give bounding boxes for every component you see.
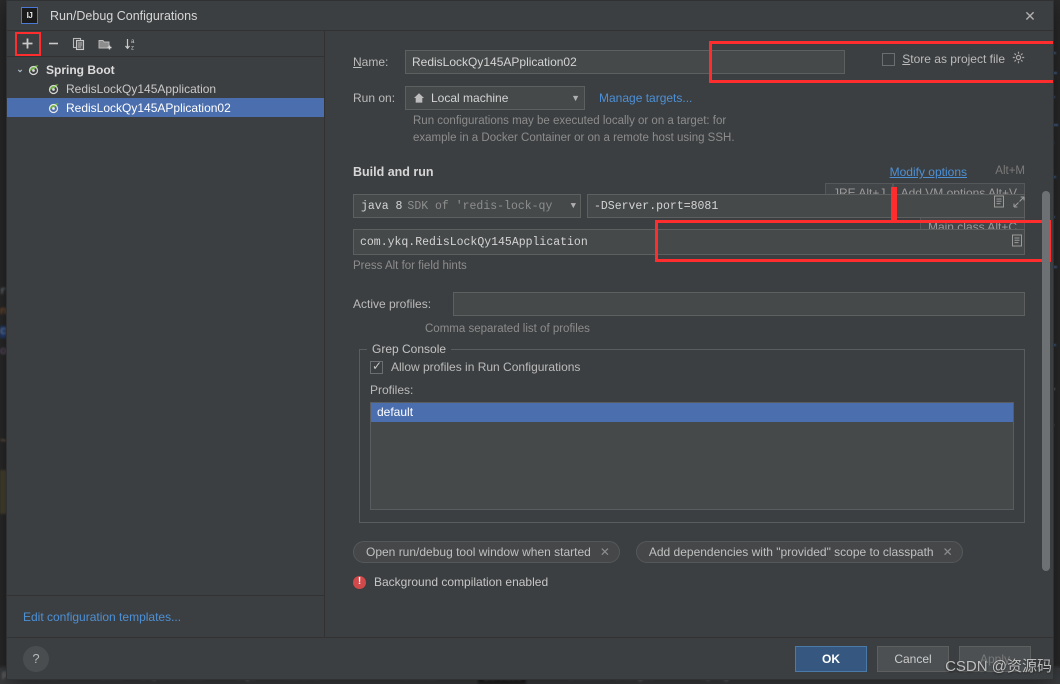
chip-label: Open run/debug tool window when started — [366, 545, 591, 559]
grep-console-legend: Grep Console — [367, 342, 452, 356]
error-icon: ! — [353, 575, 366, 589]
grep-profile-item[interactable]: default — [371, 403, 1013, 422]
active-profiles-row: Active profiles: — [325, 290, 1053, 318]
editor-scrollbar[interactable] — [1042, 191, 1050, 571]
option-chips-row: Open run/debug tool window when started … — [325, 541, 1053, 563]
tree-item-label: RedisLockQy145Application — [66, 81, 217, 96]
home-icon — [413, 92, 425, 104]
dialog-title: Run/Debug Configurations — [50, 8, 198, 23]
store-as-project-file-label: Store as project file — [902, 52, 1005, 66]
jre-dropdown[interactable]: java 8 SDK of 'redis-lock-qy ▼ — [353, 194, 581, 218]
tree-item-label: RedisLockQy145APplication02 — [66, 100, 231, 115]
edit-configuration-templates-link[interactable]: Edit configuration templates... — [23, 610, 181, 624]
spring-boot-icon — [47, 101, 62, 114]
new-folder-button[interactable] — [93, 33, 117, 55]
jre-vm-row: java 8 SDK of 'redis-lock-qy ▼ — [325, 187, 1053, 221]
add-configuration-button[interactable] — [15, 33, 39, 55]
allow-profiles-row[interactable]: Allow profiles in Run Configurations — [370, 359, 1014, 374]
run-on-hint-line2: example in a Docker Container or on a re… — [413, 132, 735, 144]
build-and-run-section: Build and run Modify options Alt+M JRE A… — [325, 165, 1053, 272]
intellij-logo-icon: IJ — [21, 7, 38, 24]
manage-targets-link[interactable]: Manage targets... — [599, 91, 692, 105]
jre-value: java 8 — [361, 199, 403, 213]
dialog-button-bar: ? OK Cancel Apply — [7, 637, 1053, 679]
jre-sdk-detail: SDK of 'redis-lock-qy — [407, 199, 553, 213]
modify-options-link[interactable]: Modify options — [890, 165, 967, 179]
run-on-dropdown[interactable]: Local machine ▼ — [405, 86, 585, 110]
main-class-row — [325, 220, 1053, 262]
svg-text:a: a — [131, 39, 135, 45]
chevron-down-icon[interactable]: ▼ — [563, 93, 580, 103]
apply-button: Apply — [959, 645, 1031, 672]
tree-item-redislockqy145application02[interactable]: RedisLockQy145APplication02 — [7, 98, 324, 117]
configuration-scroll-area: Name: Store as project file — [325, 31, 1053, 637]
browse-list-icon[interactable] — [993, 195, 1005, 211]
name-row: Name: Store as project file — [325, 41, 1053, 83]
dialog-action-buttons: OK Cancel Apply — [795, 645, 1053, 672]
svg-text:z: z — [131, 45, 134, 51]
run-on-row: Run on: Local machine ▼ Manage targets..… — [325, 83, 1053, 113]
name-input[interactable] — [405, 50, 845, 74]
chevron-down-icon[interactable]: ▼ — [563, 201, 576, 211]
left-pane-footer: Edit configuration templates... — [7, 595, 324, 637]
ok-button[interactable]: OK — [795, 645, 867, 672]
sort-configurations-button[interactable]: a z — [119, 33, 143, 55]
tree-group-label: Spring Boot — [46, 62, 115, 77]
status-message-row: ! Background compilation enabled — [325, 575, 1053, 589]
grep-console-group: Grep Console Allow profiles in Run Confi… — [359, 342, 1025, 523]
grep-profiles-label: Profiles: — [370, 383, 414, 397]
run-on-value: Local machine — [431, 91, 509, 105]
main-class-input[interactable] — [353, 229, 1025, 255]
name-label: Name: — [353, 55, 389, 69]
close-icon[interactable]: ✕ — [1017, 5, 1043, 27]
configurations-pane: a z ⌄ Spring Boot RedisLockQy145Applicat… — [7, 31, 325, 637]
chip-close-icon[interactable]: ✕ — [600, 545, 610, 559]
status-message: Background compilation enabled — [374, 575, 549, 589]
field-hints-note: Press Alt for field hints — [353, 260, 467, 272]
configuration-editor-pane: Name: Store as project file — [325, 31, 1053, 637]
chip-open-run-debug-tool-window[interactable]: Open run/debug tool window when started … — [353, 541, 620, 563]
remove-configuration-button[interactable] — [41, 33, 65, 55]
run-on-hint-line1: Run configurations may be executed local… — [413, 115, 727, 127]
cancel-button[interactable]: Cancel — [877, 645, 949, 672]
configurations-tree: ⌄ Spring Boot RedisLockQy145Application … — [7, 57, 324, 595]
active-profiles-hint: Comma separated list of profiles — [425, 323, 590, 335]
chip-label: Add dependencies with "provided" scope t… — [648, 545, 934, 559]
chevron-down-icon[interactable]: ⌄ — [13, 64, 27, 75]
store-as-project-file-checkbox[interactable] — [882, 52, 896, 66]
run-debug-configurations-dialog: IJ Run/Debug Configurations ✕ a z ⌄ Spri… — [6, 0, 1054, 680]
help-button[interactable]: ? — [23, 645, 49, 672]
chip-add-provided-dependencies[interactable]: Add dependencies with "provided" scope t… — [635, 541, 963, 563]
spring-boot-icon — [47, 82, 62, 95]
active-profiles-input[interactable] — [453, 292, 1025, 316]
expand-icon[interactable] — [1013, 195, 1025, 211]
dialog-body: a z ⌄ Spring Boot RedisLockQy145Applicat… — [7, 31, 1053, 637]
browse-list-icon[interactable] — [1011, 234, 1023, 250]
run-on-label: Run on: — [353, 91, 396, 105]
chip-close-icon[interactable]: ✕ — [943, 545, 953, 559]
spring-boot-icon — [27, 63, 42, 76]
dialog-title-bar: IJ Run/Debug Configurations ✕ — [7, 1, 1053, 31]
modify-options-shortcut: Alt+M — [995, 165, 1025, 177]
gear-icon[interactable] — [1012, 51, 1025, 67]
tree-item-redislockqy145application[interactable]: RedisLockQy145Application — [7, 79, 324, 98]
vm-options-icons — [993, 195, 1025, 211]
copy-configuration-button[interactable] — [67, 33, 91, 55]
allow-profiles-checkbox[interactable] — [370, 359, 383, 374]
active-profiles-label: Active profiles: — [353, 297, 432, 311]
store-as-project-file-group[interactable]: Store as project file — [882, 51, 1025, 67]
allow-profiles-label: Allow profiles in Run Configurations — [391, 360, 581, 374]
tree-group-spring-boot[interactable]: ⌄ Spring Boot — [7, 60, 324, 79]
grep-profiles-list[interactable]: default — [370, 402, 1014, 510]
vm-options-input[interactable] — [587, 194, 1025, 218]
configurations-toolbar: a z — [7, 31, 324, 57]
